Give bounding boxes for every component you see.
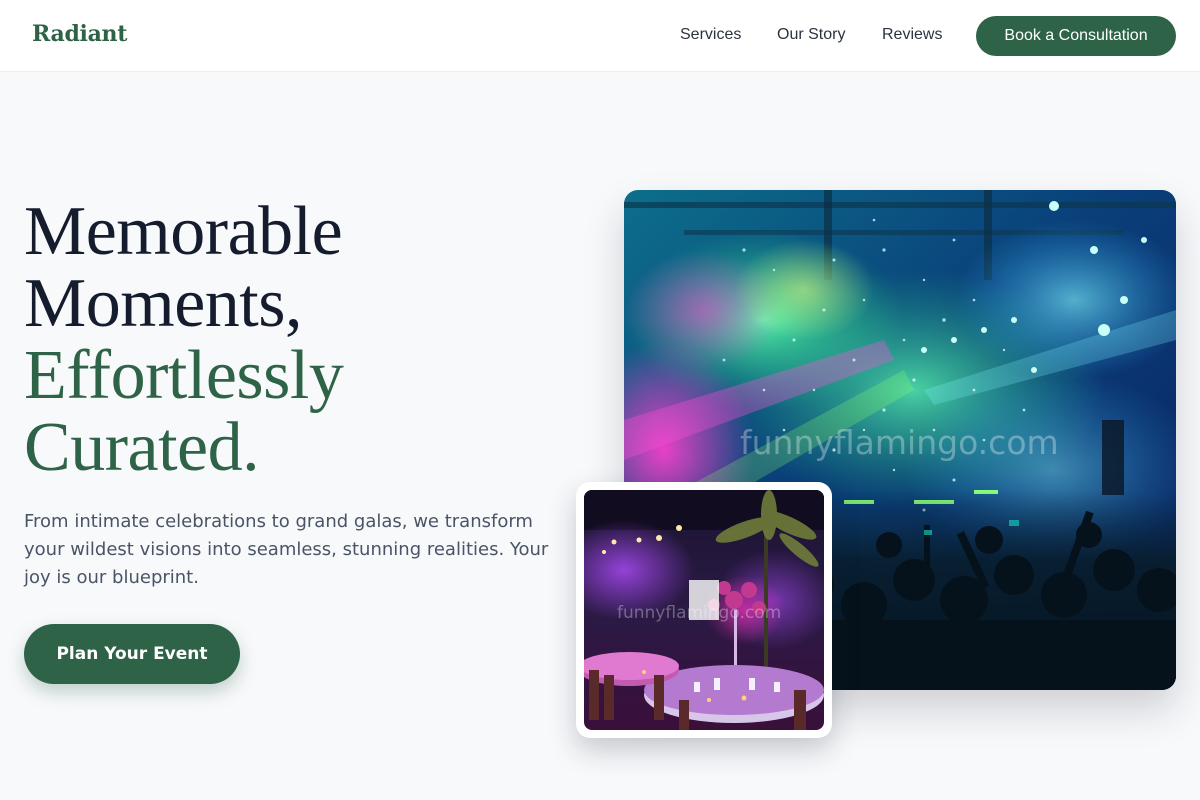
hero-title-accent-line-2: Curated. (24, 409, 260, 486)
hero-description: From intimate celebrations to grand gala… (24, 511, 549, 588)
top-navbar: Radiant Services Our Story Reviews Book … (0, 0, 1200, 72)
hero-title-accent-line-1: Effortlessly (24, 337, 344, 414)
brand-logo[interactable]: Radiant (32, 21, 127, 47)
hero-title-line-2: Moments, (24, 265, 302, 342)
nav-link-reviews[interactable]: Reviews (882, 26, 942, 44)
main-image-watermark: funnyflamingo.com (740, 423, 1059, 462)
book-consultation-button[interactable]: Book a Consultation (976, 16, 1176, 56)
inset-image-card: funnyflamingo.com (576, 482, 832, 738)
inset-image-watermark: funnyflamingo.com (617, 603, 781, 623)
plan-your-event-button[interactable]: Plan Your Event (24, 624, 240, 684)
hero-title: Memorable Moments, Effortlessly Curated. (24, 196, 544, 484)
nav-link-our-story[interactable]: Our Story (777, 26, 845, 44)
hero-title-line-1: Memorable (24, 193, 343, 270)
nav-link-services[interactable]: Services (680, 26, 741, 44)
banquet-hall-image: funnyflamingo.com (584, 490, 824, 730)
